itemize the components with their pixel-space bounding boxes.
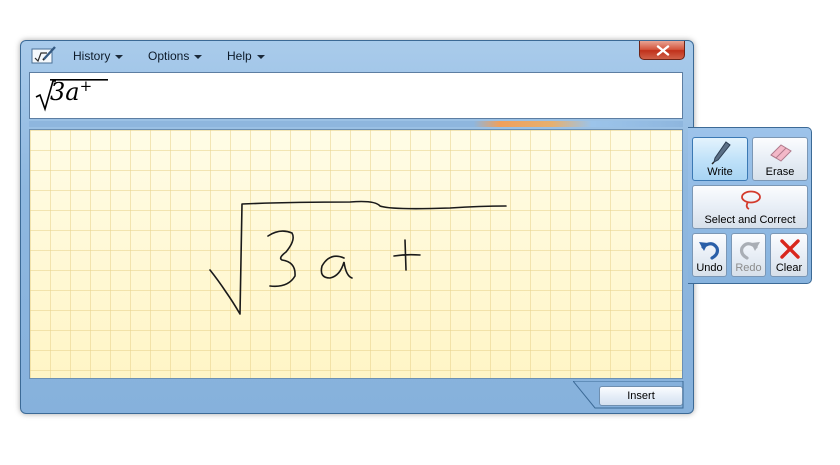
- undo-arrow-icon: [699, 242, 720, 260]
- close-icon: [656, 45, 670, 56]
- handwriting-ink: [209, 200, 507, 315]
- erase-label: Erase: [765, 166, 795, 178]
- undo-button[interactable]: Undo: [692, 233, 727, 277]
- expression-text: 3a: [50, 78, 80, 106]
- insert-button[interactable]: Insert: [599, 386, 683, 406]
- recognition-preview-area: 3a+: [29, 72, 683, 119]
- red-x-icon: [780, 239, 800, 259]
- menu-options[interactable]: Options: [148, 47, 203, 65]
- undo-label: Undo: [696, 262, 723, 274]
- chevron-down-icon: [194, 54, 203, 59]
- menu-history-label: History: [73, 49, 111, 63]
- redo-button[interactable]: Redo: [731, 233, 766, 277]
- title-bar: History Options Help: [21, 41, 693, 69]
- select-and-correct-button[interactable]: Select and Correct: [692, 185, 808, 229]
- math-input-panel-window: History Options Help 3a+ Insert: [20, 40, 694, 414]
- clear-label: Clear: [775, 262, 803, 274]
- erase-button[interactable]: Erase: [752, 137, 808, 181]
- chevron-down-icon: [115, 54, 124, 59]
- redo-arrow-icon: [739, 242, 760, 260]
- tool-panel: Write Erase Select and Correct Undo Redo: [688, 127, 812, 284]
- writing-area[interactable]: [29, 129, 683, 379]
- redo-label: Redo: [735, 262, 762, 274]
- insert-button-label: Insert: [627, 390, 655, 402]
- lasso-icon: [741, 190, 761, 210]
- chevron-down-icon: [256, 54, 265, 59]
- write-label: Write: [707, 166, 733, 178]
- math-input-pen-icon: [31, 45, 57, 65]
- menu-help-label: Help: [227, 49, 252, 63]
- eraser-icon: [770, 144, 792, 162]
- menu-help[interactable]: Help: [227, 47, 265, 65]
- write-button[interactable]: Write: [692, 137, 748, 181]
- close-button[interactable]: [639, 41, 685, 60]
- recognized-expression: 3a+: [50, 77, 92, 106]
- select-and-correct-label: Select and Correct: [704, 214, 796, 226]
- clear-button[interactable]: Clear: [770, 233, 808, 277]
- menu-options-label: Options: [148, 49, 190, 63]
- menu-history[interactable]: History: [73, 47, 124, 65]
- divider-bar: [29, 121, 683, 127]
- expression-superscript: +: [79, 77, 93, 95]
- pen-icon: [711, 141, 731, 165]
